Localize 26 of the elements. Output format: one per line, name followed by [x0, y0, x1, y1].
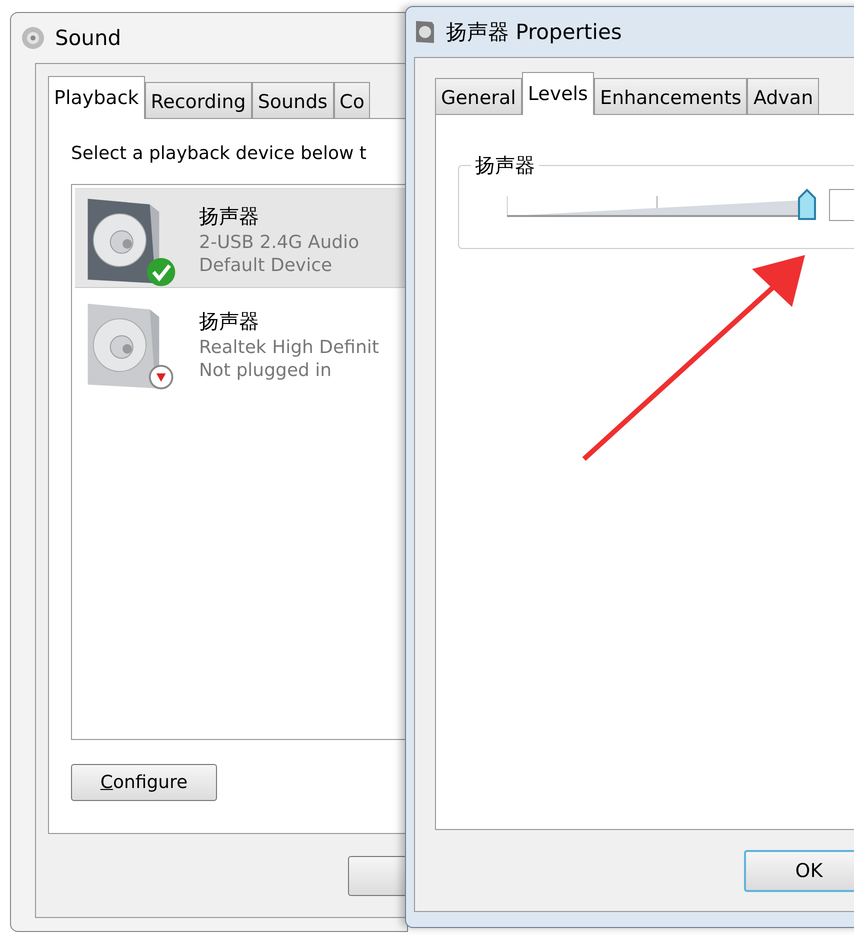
device-status: Default Device — [199, 255, 334, 276]
tab[interactable]: Enhancements — [594, 78, 748, 114]
tab[interactable]: Playback — [48, 76, 145, 119]
device-name: 扬声器 — [199, 308, 260, 335]
window-title: 扬声器 Properties — [446, 19, 622, 46]
configure-button[interactable]: Configure — [71, 764, 217, 801]
device-item[interactable]: 扬声器 Realtek High Definit Not plugged in — [75, 294, 407, 394]
ok-button[interactable]: OK — [744, 850, 854, 892]
tab[interactable]: Co — [334, 82, 370, 118]
tab[interactable]: General — [435, 78, 522, 114]
device-status: Not plugged in — [199, 360, 333, 381]
device-description: 2-USB 2.4G Audio — [199, 232, 360, 253]
tab[interactable]: Levels — [522, 72, 594, 115]
window-title: Sound — [55, 26, 122, 50]
tab[interactable]: Advan — [747, 78, 820, 114]
instruction-text: Select a playback device below t — [71, 143, 368, 164]
dialog-button[interactable] — [348, 856, 407, 896]
device-item[interactable]: 扬声器 2-USB 2.4G Audio Default Device — [75, 188, 407, 288]
speaker-icon — [21, 26, 45, 50]
device-list[interactable]: 扬声器 2-USB 2.4G Audio Default Device 扬声器 Realtek High Definit Not plugged in — [71, 184, 407, 740]
tab[interactable]: Recording — [144, 82, 252, 118]
device-description: Realtek High Definit — [199, 337, 379, 358]
speaker-icon — [414, 19, 436, 45]
device-name: 扬声器 — [199, 203, 260, 230]
slider-thumb[interactable] — [797, 188, 817, 222]
tab[interactable]: Sounds — [252, 82, 334, 118]
